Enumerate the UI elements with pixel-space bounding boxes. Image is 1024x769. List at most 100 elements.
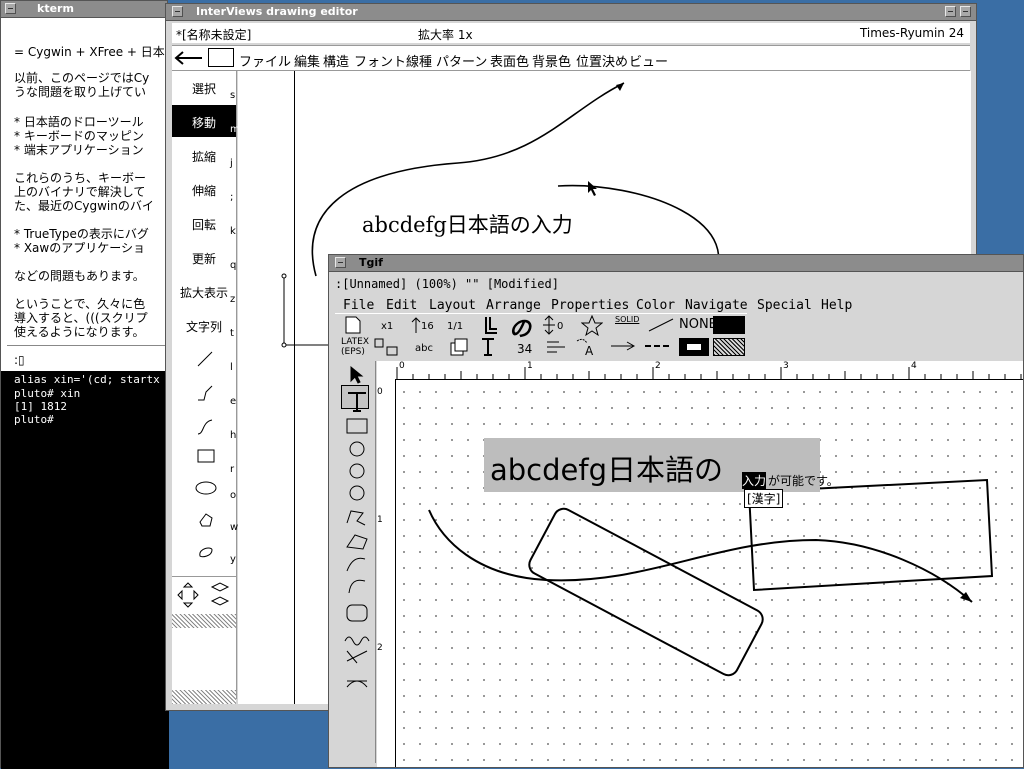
kterm-line: * キーボードのマッピン: [14, 129, 144, 143]
tgif-status: :[Unnamed] (100%) "" [Modified]: [335, 277, 559, 291]
tgif-menu-layout[interactable]: Layout: [429, 298, 476, 313]
menu-font[interactable]: フォント: [354, 51, 406, 70]
shape-tools: [195, 351, 217, 558]
menu-fgcolor[interactable]: 表面色: [490, 51, 529, 70]
minimize-button[interactable]: [945, 6, 956, 17]
shell-line: alias xin='(cd; startx >: [14, 373, 173, 386]
menu-align[interactable]: 位置決め: [576, 51, 628, 70]
menu-pattern[interactable]: パターン: [436, 51, 487, 70]
polygon-icon: [346, 534, 368, 550]
tgif-menu-special[interactable]: Special: [757, 298, 812, 313]
maximize-button[interactable]: [960, 6, 971, 17]
page-layout-icon[interactable]: [449, 337, 469, 357]
tgif-menu-edit[interactable]: Edit: [386, 298, 417, 313]
fill-pattern-swatch[interactable]: [679, 338, 709, 356]
tgif-menu-help[interactable]: Help: [821, 298, 852, 313]
tgif-menu-color[interactable]: Color: [636, 298, 675, 313]
text-align-icon[interactable]: [545, 339, 567, 355]
line-width-icon[interactable]: [647, 317, 675, 333]
tool-key: e: [230, 396, 237, 407]
menu-file[interactable]: ファイル: [239, 51, 291, 70]
interviews-titlebar[interactable]: InterViews drawing editor: [166, 4, 976, 21]
scrollbar-horizontal[interactable]: [172, 614, 236, 628]
menu-structure[interactable]: 構造: [323, 51, 349, 70]
window-menu-button[interactable]: [5, 3, 16, 14]
star-icon[interactable]: [581, 315, 603, 337]
multiline-tool-icon: [198, 385, 213, 401]
dash-style-icon[interactable]: [643, 339, 671, 353]
tool-magnify[interactable]: 拡大表示: [180, 284, 228, 301]
menu-bgcolor[interactable]: 背景色: [532, 51, 571, 70]
rotate-text-icon[interactable]: A: [575, 337, 597, 357]
text-spacing-icon[interactable]: [541, 315, 557, 335]
arrow-style-icon[interactable]: [609, 339, 637, 353]
pattern-swatch[interactable]: [208, 48, 234, 67]
text-vspace-icon[interactable]: [479, 337, 497, 357]
kterm-titlebar[interactable]: kterm: [1, 1, 167, 18]
kterm-prompt[interactable]: :▯: [14, 353, 25, 367]
font-choice[interactable]: の: [509, 311, 531, 343]
tool-key: o: [230, 490, 237, 501]
tool-text[interactable]: 文字列: [186, 318, 222, 335]
zoom-choice[interactable]: x1: [381, 321, 393, 332]
kterm-line: ということで、久々に色: [14, 297, 146, 311]
tool-reshape[interactable]: 更新: [192, 250, 216, 267]
tool-rotate[interactable]: 回転: [192, 216, 216, 233]
tgif-titlebar[interactable]: Tgif: [329, 255, 1023, 272]
closed-spline-tool-icon: [199, 547, 213, 558]
tool-key: t: [230, 328, 234, 339]
tool-key: l: [230, 362, 233, 373]
kterm-line: * Xawのアプリケーショ: [14, 241, 145, 255]
tool-stretch[interactable]: 伸縮: [192, 182, 216, 199]
scrollbar-bottom[interactable]: [172, 690, 236, 704]
page-icon[interactable]: [343, 315, 363, 335]
ratio-choice[interactable]: 1/1: [447, 321, 463, 332]
ime-conversion-status: [漢字]: [744, 489, 784, 508]
tool-key: k: [230, 226, 236, 237]
kterm-window[interactable]: kterm = Cygwin + XFree + 日本 以前、このページではCy…: [0, 0, 173, 769]
tool-move[interactable]: 移動: [192, 114, 216, 131]
arrow-left-icon[interactable]: [174, 50, 204, 66]
tool-key: s: [230, 90, 236, 101]
font-size-choice[interactable]: 16: [421, 321, 434, 332]
kterm-shell-area[interactable]: alias xin='(cd; startx > pluto# xin [1] …: [1, 371, 173, 769]
tgif-canvas[interactable]: abcdefg日本語の 入力 が可能です。 [漢字]: [396, 380, 1023, 767]
menu-view[interactable]: ビュー: [629, 51, 668, 70]
align-objects-icon[interactable]: [373, 337, 401, 357]
ruler-label: 1: [527, 361, 533, 371]
window-menu-button[interactable]: [335, 257, 346, 268]
pen-color-swatch[interactable]: [713, 316, 745, 334]
spacing-choice[interactable]: 0: [557, 321, 563, 332]
font-size-value[interactable]: 34: [517, 342, 532, 356]
ime-preedit: 入力: [742, 472, 767, 489]
selection-handle: [281, 342, 287, 348]
menu-brush[interactable]: 線種: [406, 51, 432, 70]
tool-scale[interactable]: 拡縮: [192, 148, 216, 165]
pan-zoom-panel[interactable]: [172, 576, 236, 613]
tool-key: h: [230, 430, 237, 441]
shell-line: [1] 1812: [14, 400, 67, 413]
tool-select[interactable]: 選択: [192, 80, 216, 97]
kterm-line: うな問題を取り上げてい: [14, 85, 147, 99]
text-justify-icon[interactable]: [483, 315, 499, 337]
window-menu-button[interactable]: [172, 6, 183, 17]
pen-pattern-swatch[interactable]: [713, 338, 745, 356]
tgif-window[interactable]: Tgif :[Unnamed] (100%) "" [Modified] Fil…: [328, 254, 1024, 768]
tgif-menu-file[interactable]: File: [343, 298, 374, 313]
rotate-icon: [346, 680, 368, 688]
ruler-label: 3: [783, 361, 789, 371]
tgif-menu-navigate[interactable]: Navigate: [685, 298, 748, 313]
menu-edit[interactable]: 編集: [294, 51, 320, 70]
spline-tool-icon: [197, 419, 213, 435]
line-style-choice[interactable]: SOLID: [615, 315, 639, 324]
mouse-cursor-icon: [588, 181, 597, 196]
kterm-line: * 日本語のドローツール: [14, 115, 144, 129]
select-arrow-icon: [350, 365, 364, 384]
fill-choice[interactable]: NONE: [679, 317, 717, 332]
tool-key: ;: [230, 192, 234, 203]
oval-center-icon: [349, 441, 365, 457]
text-style-choice[interactable]: abc: [415, 343, 433, 354]
tool-key: q: [230, 260, 237, 271]
interviews-canvas-text: abcdefg日本語の入力: [362, 213, 573, 237]
tgif-menu-properties[interactable]: Properties: [551, 298, 629, 313]
